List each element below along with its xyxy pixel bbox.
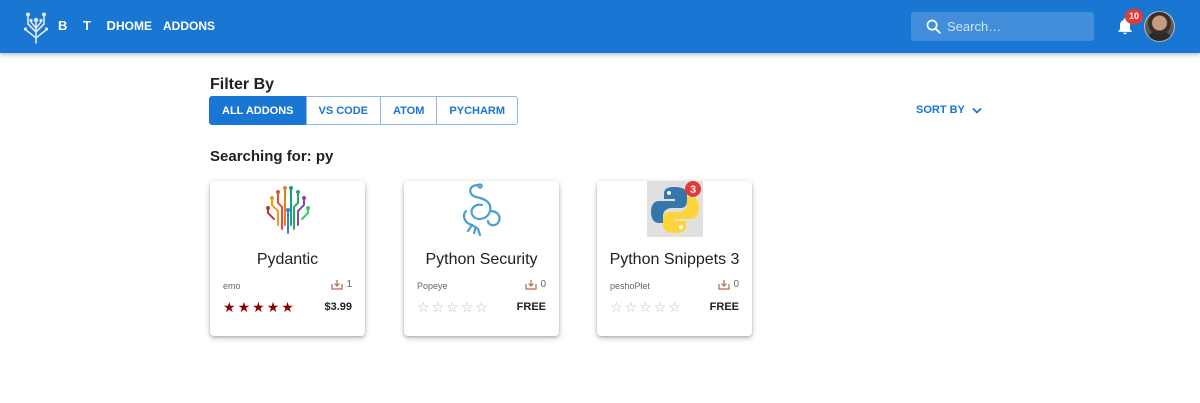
download-icon <box>331 280 344 290</box>
addon-title[interactable]: Python Snippets 3 <box>597 251 752 269</box>
download-count: 0 <box>733 279 739 290</box>
addon-title[interactable]: Pydantic <box>210 251 365 269</box>
filter-all-addons-button[interactable]: ALL ADDONS <box>209 96 307 125</box>
star-filled-icon[interactable]: ★ <box>252 300 265 314</box>
chevron-down-icon <box>972 107 982 114</box>
search-icon <box>926 19 941 34</box>
rating-stars[interactable]: ☆ ☆ ☆ ☆ ☆ <box>610 300 683 314</box>
search-box[interactable] <box>911 12 1094 41</box>
filter-title: Filter By <box>210 76 275 93</box>
filter-atom-button[interactable]: ATOM <box>380 96 438 125</box>
python-security-logo-icon <box>462 183 501 237</box>
tree-logo-icon[interactable] <box>22 8 50 44</box>
star-filled-icon[interactable]: ★ <box>223 300 236 314</box>
star-empty-icon[interactable]: ☆ <box>461 300 474 314</box>
search-query-label: Searching for: py <box>210 148 334 165</box>
addon-downloads: 0 <box>525 279 546 290</box>
download-count: 0 <box>540 279 546 290</box>
pydantic-logo-icon <box>265 186 310 234</box>
nav-addons-link[interactable]: ADDONS <box>163 19 215 33</box>
search-input[interactable] <box>947 16 1087 37</box>
addon-card[interactable]: 3 Python Snippets 3 peshoPlet 0 ☆ ☆ ☆ ☆ … <box>597 181 752 336</box>
addon-author: emo <box>223 281 241 291</box>
star-empty-icon[interactable]: ☆ <box>654 300 667 314</box>
download-icon <box>525 280 538 290</box>
sort-by-label: SORT BY <box>916 104 965 116</box>
star-empty-icon[interactable]: ☆ <box>610 300 623 314</box>
star-empty-icon[interactable]: ☆ <box>639 300 652 314</box>
addon-price: FREE <box>709 301 739 313</box>
addon-downloads: 0 <box>718 279 739 290</box>
nav-home-link[interactable]: HOME <box>116 19 152 33</box>
brand-name[interactable]: B T D <box>58 18 122 33</box>
app-bar: B T D HOME ADDONS 10 <box>0 0 1200 53</box>
filter-vscode-button[interactable]: VS CODE <box>305 96 382 125</box>
addon-title[interactable]: Python Security <box>404 251 559 269</box>
star-empty-icon[interactable]: ☆ <box>432 300 445 314</box>
star-empty-icon[interactable]: ☆ <box>625 300 638 314</box>
star-empty-icon[interactable]: ☆ <box>475 300 488 314</box>
addon-author: Popeye <box>417 281 448 291</box>
star-empty-icon[interactable]: ☆ <box>668 300 681 314</box>
addon-card[interactable]: Pydantic emo 1 ★ ★ ★ ★ ★ $3.99 <box>210 181 365 336</box>
addon-card[interactable]: Python Security Popeye 0 ☆ ☆ ☆ ☆ ☆ FREE <box>404 181 559 336</box>
download-icon <box>718 280 731 290</box>
user-avatar[interactable] <box>1144 11 1175 42</box>
addon-price: $3.99 <box>324 301 352 313</box>
rating-stars[interactable]: ☆ ☆ ☆ ☆ ☆ <box>417 300 490 314</box>
notification-badge: 10 <box>1125 9 1143 24</box>
addon-downloads: 1 <box>331 279 352 290</box>
python-snippets-logo-icon: 3 <box>646 181 703 237</box>
addon-author: peshoPlet <box>610 281 651 291</box>
sort-by-button[interactable]: SORT BY <box>916 104 982 116</box>
download-count: 1 <box>346 279 352 290</box>
star-empty-icon[interactable]: ☆ <box>446 300 459 314</box>
filter-button-group: ALL ADDONS VS CODE ATOM PYCHARM <box>209 96 519 125</box>
svg-text:3: 3 <box>689 184 695 196</box>
filter-pycharm-button[interactable]: PYCHARM <box>436 96 519 125</box>
star-filled-icon[interactable]: ★ <box>238 300 251 314</box>
addon-price: FREE <box>516 301 546 313</box>
star-filled-icon[interactable]: ★ <box>281 300 294 314</box>
star-empty-icon[interactable]: ☆ <box>417 300 430 314</box>
rating-stars[interactable]: ★ ★ ★ ★ ★ <box>223 300 296 314</box>
star-filled-icon[interactable]: ★ <box>267 300 280 314</box>
